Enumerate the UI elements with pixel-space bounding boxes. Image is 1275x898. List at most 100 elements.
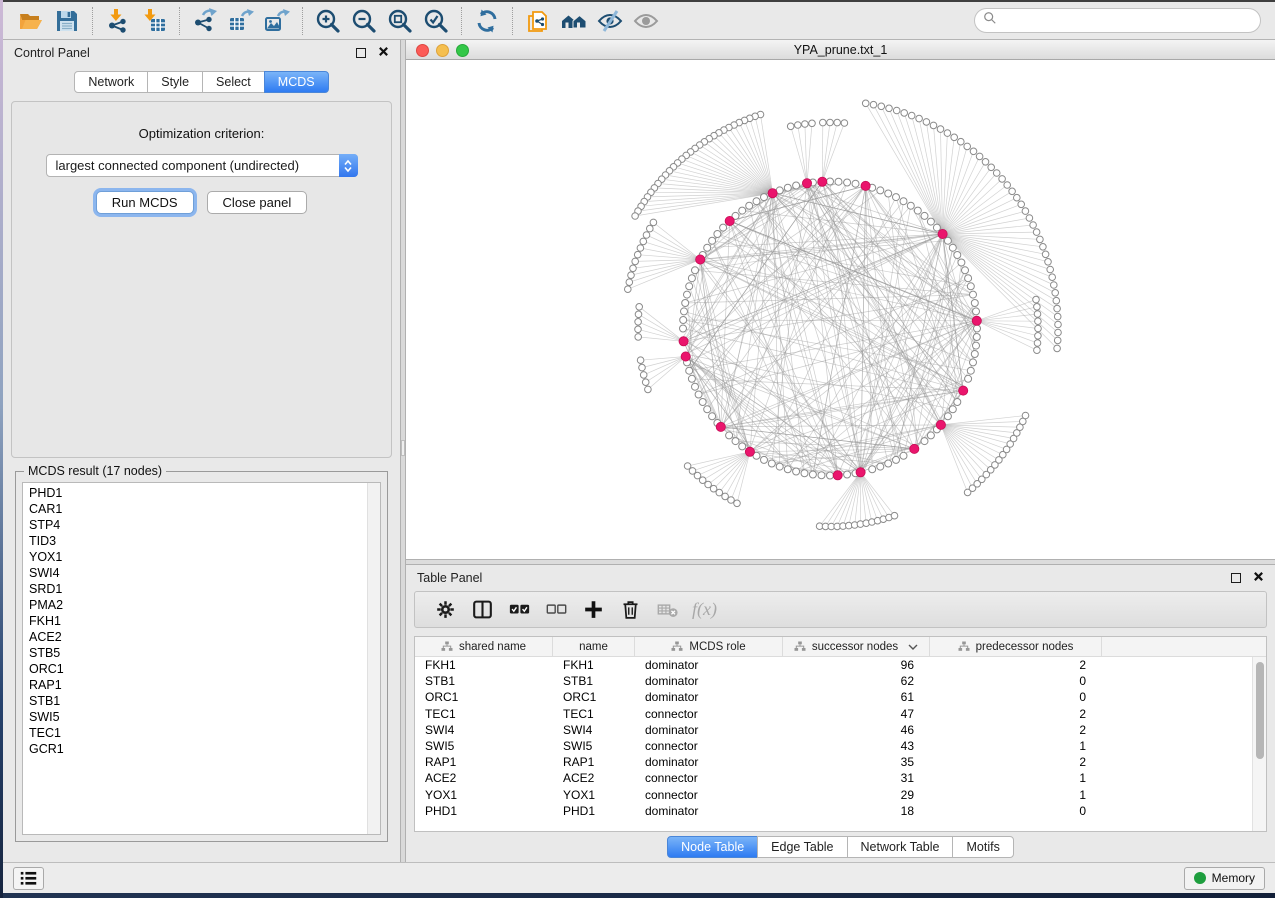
list-item[interactable]: PMA2 — [23, 597, 366, 613]
hide-selected-icon[interactable] — [592, 6, 628, 36]
table-cell[interactable]: 1 — [930, 738, 1102, 754]
list-item[interactable]: GCR1 — [23, 741, 366, 757]
search-box[interactable] — [974, 8, 1261, 33]
list-item[interactable]: TID3 — [23, 533, 366, 549]
list-scrollbar[interactable] — [367, 483, 380, 834]
column-header-successor-nodes[interactable]: successor nodes — [783, 637, 930, 656]
open-file-icon[interactable] — [13, 6, 49, 36]
import-table-icon[interactable] — [136, 6, 172, 36]
table-cell[interactable]: STB1 — [415, 673, 553, 689]
list-item[interactable]: SWI4 — [23, 565, 366, 581]
table-cell[interactable]: 35 — [783, 754, 930, 770]
table-cell[interactable]: FKH1 — [415, 657, 553, 673]
vertical-splitter[interactable] — [400, 40, 406, 862]
table-cell[interactable]: 31 — [783, 770, 930, 786]
table-row[interactable]: PHD1PHD1dominator180 — [415, 803, 1266, 819]
table-cell[interactable]: 47 — [783, 706, 930, 722]
table-cell[interactable]: dominator — [635, 803, 783, 819]
close-panel-button[interactable]: Close panel — [207, 191, 308, 214]
table-cell[interactable]: dominator — [635, 754, 783, 770]
export-table-icon[interactable] — [223, 6, 259, 36]
table-row[interactable]: ACE2ACE2connector311 — [415, 770, 1266, 786]
table-cell[interactable]: SWI4 — [415, 722, 553, 738]
table-row[interactable]: ORC1ORC1dominator610 — [415, 689, 1266, 705]
split-view-icon[interactable] — [466, 595, 499, 625]
table-cell[interactable]: 2 — [930, 706, 1102, 722]
table-cell[interactable]: PHD1 — [553, 803, 635, 819]
zoom-window-button[interactable] — [456, 44, 469, 57]
list-item[interactable]: SRD1 — [23, 581, 366, 597]
float-table-panel-icon[interactable] — [1231, 573, 1241, 583]
column-header-MCDS-role[interactable]: MCDS role — [635, 637, 783, 656]
table-scrollbar[interactable] — [1252, 657, 1266, 831]
table-cell[interactable]: 1 — [930, 787, 1102, 803]
table-cell[interactable]: SWI5 — [553, 738, 635, 754]
clone-network-icon[interactable] — [520, 6, 556, 36]
tab-node-table[interactable]: Node Table — [667, 836, 758, 858]
first-neighbors-icon[interactable] — [556, 6, 592, 36]
tab-select[interactable]: Select — [202, 71, 265, 93]
tab-motifs[interactable]: Motifs — [952, 836, 1013, 858]
task-history-button[interactable] — [13, 867, 44, 890]
table-cell[interactable]: SWI5 — [415, 738, 553, 754]
refresh-view-icon[interactable] — [469, 6, 505, 36]
float-window-icon[interactable] — [356, 48, 366, 58]
network-window-titlebar[interactable]: YPA_prune.txt_1 — [406, 40, 1275, 60]
splitter-grip[interactable] — [401, 440, 405, 456]
table-cell[interactable]: PHD1 — [415, 803, 553, 819]
list-item[interactable]: STB1 — [23, 693, 366, 709]
tab-edge-table[interactable]: Edge Table — [757, 836, 847, 858]
table-cell[interactable]: TEC1 — [415, 706, 553, 722]
table-cell[interactable]: connector — [635, 770, 783, 786]
export-image-icon[interactable] — [259, 6, 295, 36]
memory-button[interactable]: Memory — [1184, 867, 1265, 890]
table-cell[interactable]: ORC1 — [415, 689, 553, 705]
table-cell[interactable]: dominator — [635, 673, 783, 689]
table-cell[interactable]: 62 — [783, 673, 930, 689]
run-mcds-button[interactable]: Run MCDS — [96, 191, 194, 214]
table-cell[interactable]: connector — [635, 706, 783, 722]
table-cell[interactable]: ACE2 — [415, 770, 553, 786]
zoom-fit-icon[interactable] — [382, 6, 418, 36]
mcds-result-list[interactable]: PHD1CAR1STP4TID3YOX1SWI4SRD1PMA2FKH1ACE2… — [22, 482, 381, 835]
table-row[interactable]: FKH1FKH1dominator962 — [415, 657, 1266, 673]
list-item[interactable]: FKH1 — [23, 613, 366, 629]
table-cell[interactable]: 0 — [930, 803, 1102, 819]
table-cell[interactable]: 43 — [783, 738, 930, 754]
export-network-icon[interactable] — [187, 6, 223, 36]
settings-icon[interactable] — [429, 595, 462, 625]
tab-network[interactable]: Network — [74, 71, 148, 93]
select-all-icon[interactable] — [503, 595, 536, 625]
list-item[interactable]: STB5 — [23, 645, 366, 661]
table-cell[interactable]: YOX1 — [415, 787, 553, 803]
tab-mcds[interactable]: MCDS — [264, 71, 329, 93]
table-cell[interactable]: 1 — [930, 770, 1102, 786]
table-cell[interactable]: 46 — [783, 722, 930, 738]
delete-entry-icon[interactable] — [614, 595, 647, 625]
search-input[interactable] — [1002, 11, 1252, 31]
column-header-name[interactable]: name — [553, 637, 635, 656]
import-network-icon[interactable] — [100, 6, 136, 36]
close-panel-icon[interactable] — [378, 46, 389, 60]
table-row[interactable]: YOX1YOX1connector291 — [415, 787, 1266, 803]
list-item[interactable]: CAR1 — [23, 501, 366, 517]
table-cell[interactable]: SWI4 — [553, 722, 635, 738]
list-item[interactable]: RAP1 — [23, 677, 366, 693]
table-cell[interactable]: FKH1 — [553, 657, 635, 673]
table-cell[interactable]: RAP1 — [415, 754, 553, 770]
table-cell[interactable]: 0 — [930, 689, 1102, 705]
deselect-all-icon[interactable] — [540, 595, 573, 625]
list-item[interactable]: STP4 — [23, 517, 366, 533]
minimize-window-button[interactable] — [436, 44, 449, 57]
table-cell[interactable]: 0 — [930, 673, 1102, 689]
zoom-selected-icon[interactable] — [418, 6, 454, 36]
table-cell[interactable]: 2 — [930, 754, 1102, 770]
zoom-in-icon[interactable] — [310, 6, 346, 36]
table-cell[interactable]: TEC1 — [553, 706, 635, 722]
close-window-button[interactable] — [416, 44, 429, 57]
table-row[interactable]: TEC1TEC1connector472 — [415, 706, 1266, 722]
network-canvas[interactable] — [406, 60, 1275, 559]
add-entry-icon[interactable] — [577, 595, 610, 625]
table-row[interactable]: SWI5SWI5connector431 — [415, 738, 1266, 754]
table-row[interactable]: RAP1RAP1dominator352 — [415, 754, 1266, 770]
